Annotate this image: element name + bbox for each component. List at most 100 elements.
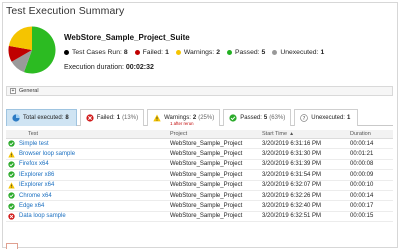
yellow-dot-icon [175,50,181,55]
table-row[interactable]: IExplorer x64 WebStore_Sample_Project 3/20… [6,181,393,191]
column-header-duration[interactable]: Duration [346,131,393,137]
bottom-tab-edge[interactable] [6,243,18,249]
error-icon [8,213,15,220]
test-results-table: Test Project Start Time ▲ Duration Simple… [6,130,393,223]
cell-duration: 00:00:10 [350,182,374,189]
stat-value: 1 [165,49,169,56]
stat-label: Test Cases Run: [72,49,122,56]
warning-icon [8,150,15,158]
chart-icon [12,114,20,122]
table-row[interactable]: IExplorer x86 WebStore_Sample_Project 3/20… [6,170,393,181]
duration-value: 00:02:32 [125,64,154,71]
cell-start-time: 3/20/2019 6:31:39 PM [262,161,322,168]
stat-value: 2 [216,49,220,56]
table-row[interactable]: Edge x64 WebStore_Sample_Project 3/20/2019… [6,201,393,212]
cell-project: WebStore_Sample_Project [170,192,243,199]
tab-label: Passed: [240,115,262,121]
tab-label: Total executed: [23,115,64,121]
question-icon: ? [300,114,309,122]
test-name-link[interactable]: Edge x64 [19,203,44,209]
check-icon [229,114,237,122]
check-icon [8,202,15,210]
stat-value: 1 [320,49,325,56]
cell-test: Chrome x64 [6,192,166,199]
table-row[interactable]: Data loop sample WebStore_Sample_Project 3… [6,212,393,223]
cell-start-time: 3/20/2019 6:32:07 PM [262,182,322,189]
tab-count: 1 [346,115,351,121]
test-name-link[interactable]: IExplorer x86 [19,172,54,178]
cell-duration: 00:00:14 [350,192,374,199]
stat-label: Unexecuted: [280,49,319,56]
result-pie-chart [8,26,56,74]
suite-name: WebStore_Sample_Project_Suite [64,33,190,42]
general-label: General [19,88,39,94]
cell-project: WebStore_Sample_Project [170,161,243,168]
cell-test: Data loop sample [6,213,166,220]
cell-test: Simple test [6,140,166,147]
warning-icon [8,182,15,189]
expand-plus-icon: + [10,88,16,94]
table-row[interactable]: Chrome x64 WebStore_Sample_Project 3/20/20… [6,191,393,202]
red-dot-icon [134,50,140,55]
tab-unexecuted[interactable]: ? Unexecuted: 1 [294,109,359,126]
test-name-link[interactable]: Firefox x64 [19,161,49,167]
tab-count: 8 [65,115,69,121]
stat-label: Warnings: [183,49,215,56]
cell-duration: 00:01:21 [350,151,374,158]
general-section-toggle[interactable]: + General [6,86,393,96]
column-header-start-time[interactable]: Start Time ▲ [258,131,346,137]
stat-value: 8 [123,49,128,56]
test-name-link[interactable]: Browser loop sample [19,151,75,157]
stat-test-cases-run: Test Cases Run: 8 [64,49,128,56]
table-header: Test Project Start Time ▲ Duration [6,130,393,139]
cell-project: WebStore_Sample_Project [170,140,243,147]
stat-warnings: Warnings: 2 [175,49,220,56]
stat-value: 5 [261,49,266,56]
cell-start-time: 3/20/2019 6:31:54 PM [262,171,322,178]
test-name-link[interactable]: IExplorer x64 [19,182,54,188]
check-icon [8,161,15,168]
check-icon [8,140,15,147]
column-header-project[interactable]: Project [166,131,258,137]
table-row[interactable]: Firefox x64 WebStore_Sample_Project 3/20/2… [6,160,393,171]
test-name-link[interactable]: Data loop sample [19,213,66,219]
warning-icon [153,114,161,122]
page-title: Test Execution Summary [6,5,125,17]
green-dot-icon [226,50,232,55]
cell-duration: 00:00:15 [350,213,374,220]
cell-project: WebStore_Sample_Project [170,203,243,210]
cell-duration: 00:00:08 [350,161,374,168]
cell-test: Firefox x64 [6,161,166,168]
cell-start-time: 3/20/2019 6:32:40 PM [262,203,322,210]
cell-start-time: 3/20/2019 6:31:16 PM [262,140,322,147]
table-row[interactable]: Simple test WebStore_Sample_Project 3/20/2… [6,139,393,150]
cell-project: WebStore_Sample_Project [170,182,243,189]
error-icon [86,114,94,122]
stat-failed: Failed: 1 [134,49,169,56]
test-name-link[interactable]: Chrome x64 [19,193,52,199]
cell-start-time: 3/20/2019 6:31:30 PM [262,151,322,158]
column-header-test[interactable]: Test [6,131,166,137]
tab-percent: (25%) [198,115,215,121]
stat-label: Failed: [142,49,164,56]
tab-failed[interactable]: Failed: 1 (13%) [79,109,145,126]
cell-start-time: 3/20/2019 6:32:26 PM [262,192,322,199]
cell-test: Browser loop sample [6,150,166,158]
tab-passed[interactable]: Passed: 5 (63%) [223,109,292,126]
tab-total-executed[interactable]: Total executed: 8 [6,109,77,126]
tab-label: Unexecuted: [311,115,345,121]
table-row[interactable]: Browser loop sample WebStore_Sample_Proje… [6,149,393,160]
pie-slice-warnings [8,26,32,50]
execution-duration: Execution duration: 00:02:32 [64,64,154,71]
suite-stats: Test Cases Run: 8 Failed: 1 Warnings: 2 … [64,49,331,56]
cell-duration: 00:00:14 [350,140,374,147]
black-dot-icon [64,50,69,55]
tab-label: Failed: [96,115,115,121]
cell-project: WebStore_Sample_Project [170,151,243,158]
test-name-link[interactable]: Simple test [19,141,49,147]
result-tabs: Total executed: 8 Failed: 1 (13%) Warnin… [6,109,393,126]
cell-test: IExplorer x86 [6,171,166,179]
column-header-start-label: Start Time [262,131,288,137]
tab-warnings[interactable]: Warnings: 2 (25%) 1 after rerun [147,109,221,126]
tab-count: 1 [116,115,121,121]
